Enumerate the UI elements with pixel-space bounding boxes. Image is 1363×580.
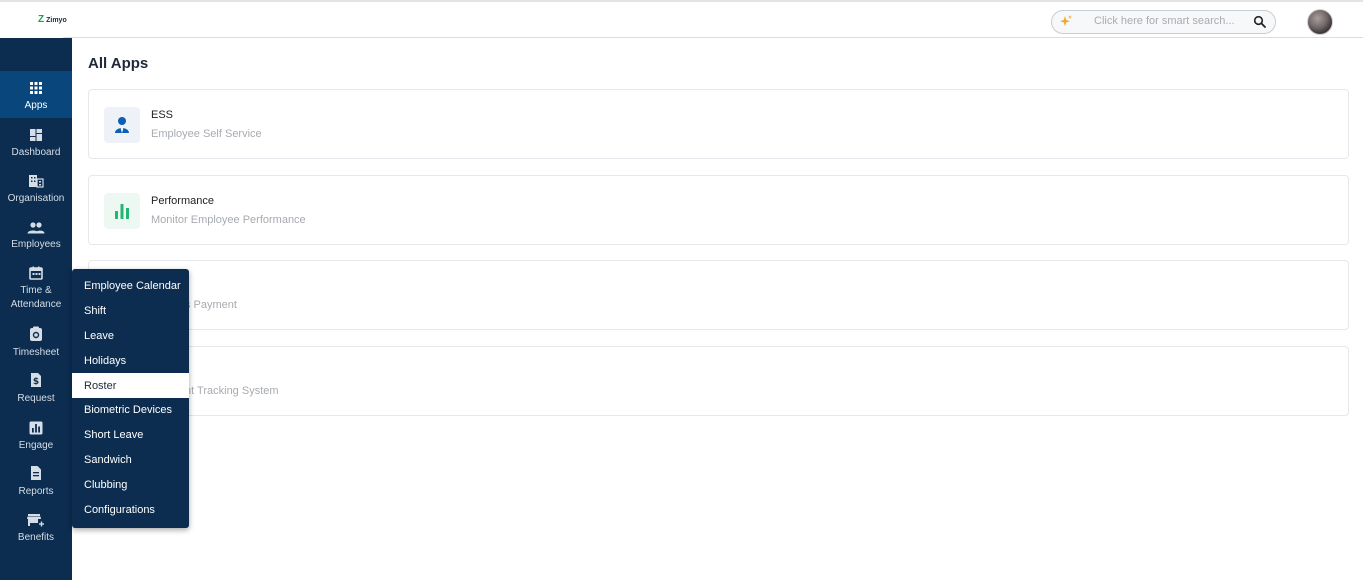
sidebar-item-label: Timesheet [12,347,60,358]
menu-item-roster[interactable]: Roster [72,373,189,398]
sidebar-item-benefits[interactable]: Benefits [0,503,72,549]
sidebar: Apps Dashboard Organisation Employees Ti… [0,38,72,580]
logo-text: Zimyo [46,16,67,24]
people-icon [27,214,45,234]
menu-item-configurations[interactable]: Configurations [72,497,189,522]
sidebar-item-label: Time & Attendance [10,285,62,310]
app-card-tracking[interactable]: nt Tracking System [88,346,1349,416]
sidebar-item-apps[interactable]: Apps [0,71,72,118]
app-logo[interactable]: Z Zimyo [38,15,67,25]
menu-item-holidays[interactable]: Holidays [72,348,189,373]
menu-item-employee-calendar[interactable]: Employee Calendar [72,274,189,299]
dollar-doc-icon: $ [30,368,42,388]
apps-grid-icon [29,75,43,95]
app-card-payment[interactable]: s Payment [88,260,1349,330]
menu-item-biometric-devices[interactable]: Biometric Devices [72,398,189,423]
sidebar-item-label: Dashboard [11,147,61,158]
card-title: ESS [151,109,174,121]
menu-item-shift[interactable]: Shift [72,299,189,324]
person-icon [104,107,140,143]
menu-item-short-leave[interactable]: Short Leave [72,423,189,448]
sidebar-item-dashboard[interactable]: Dashboard [0,118,72,164]
smart-search-bar[interactable] [1051,10,1276,34]
card-subtitle: nt Tracking System [185,385,279,397]
sidebar-item-timesheet[interactable]: Timesheet [0,318,72,364]
sidebar-item-reports[interactable]: Reports [0,457,72,503]
sparkle-icon [1060,15,1072,27]
store-icon [27,507,45,527]
time-attendance-flyout-menu: Employee Calendar Shift Leave Holidays R… [72,269,189,528]
sidebar-item-time-attendance[interactable]: Time & Attendance [0,256,72,316]
sidebar-item-request[interactable]: $ Request [0,364,72,410]
menu-item-leave[interactable]: Leave [72,324,189,349]
document-icon [30,461,42,481]
sidebar-item-organisation[interactable]: Organisation [0,164,72,210]
chart-box-icon [29,415,43,435]
zimyo-logo-icon: Z [38,14,45,25]
card-subtitle: Monitor Employee Performance [151,214,306,226]
search-icon[interactable] [1253,15,1267,29]
timesheet-icon [29,322,43,342]
card-title: Performance [151,195,214,207]
page-title: All Apps [88,55,149,72]
card-subtitle: Employee Self Service [151,128,262,140]
sidebar-item-label: Apps [24,100,48,111]
card-subtitle: s Payment [185,299,237,311]
app-card-ess[interactable]: ESS Employee Self Service [88,89,1349,159]
search-input[interactable] [1094,15,1244,27]
menu-item-clubbing[interactable]: Clubbing [72,472,189,497]
logo-area: Z Zimyo [0,2,72,40]
bar-chart-icon [104,193,140,229]
sidebar-item-engage[interactable]: Engage [0,411,72,457]
building-icon [28,168,44,188]
user-avatar[interactable] [1307,9,1333,35]
sidebar-item-label: Request [17,393,55,404]
sidebar-item-label: Benefits [17,532,55,543]
calendar-icon [29,260,43,280]
sidebar-item-label: Engage [18,440,54,451]
sidebar-item-employees[interactable]: Employees [0,210,72,256]
sidebar-item-label: Employees [11,239,61,250]
sidebar-item-label: Reports [18,486,54,497]
dashboard-icon [29,122,43,142]
sidebar-item-label: Organisation [7,193,65,204]
svg-text:$: $ [33,377,39,387]
app-card-performance[interactable]: Performance Monitor Employee Performance [88,175,1349,245]
menu-item-sandwich[interactable]: Sandwich [72,448,189,473]
top-header: Z Zimyo [0,0,1363,40]
